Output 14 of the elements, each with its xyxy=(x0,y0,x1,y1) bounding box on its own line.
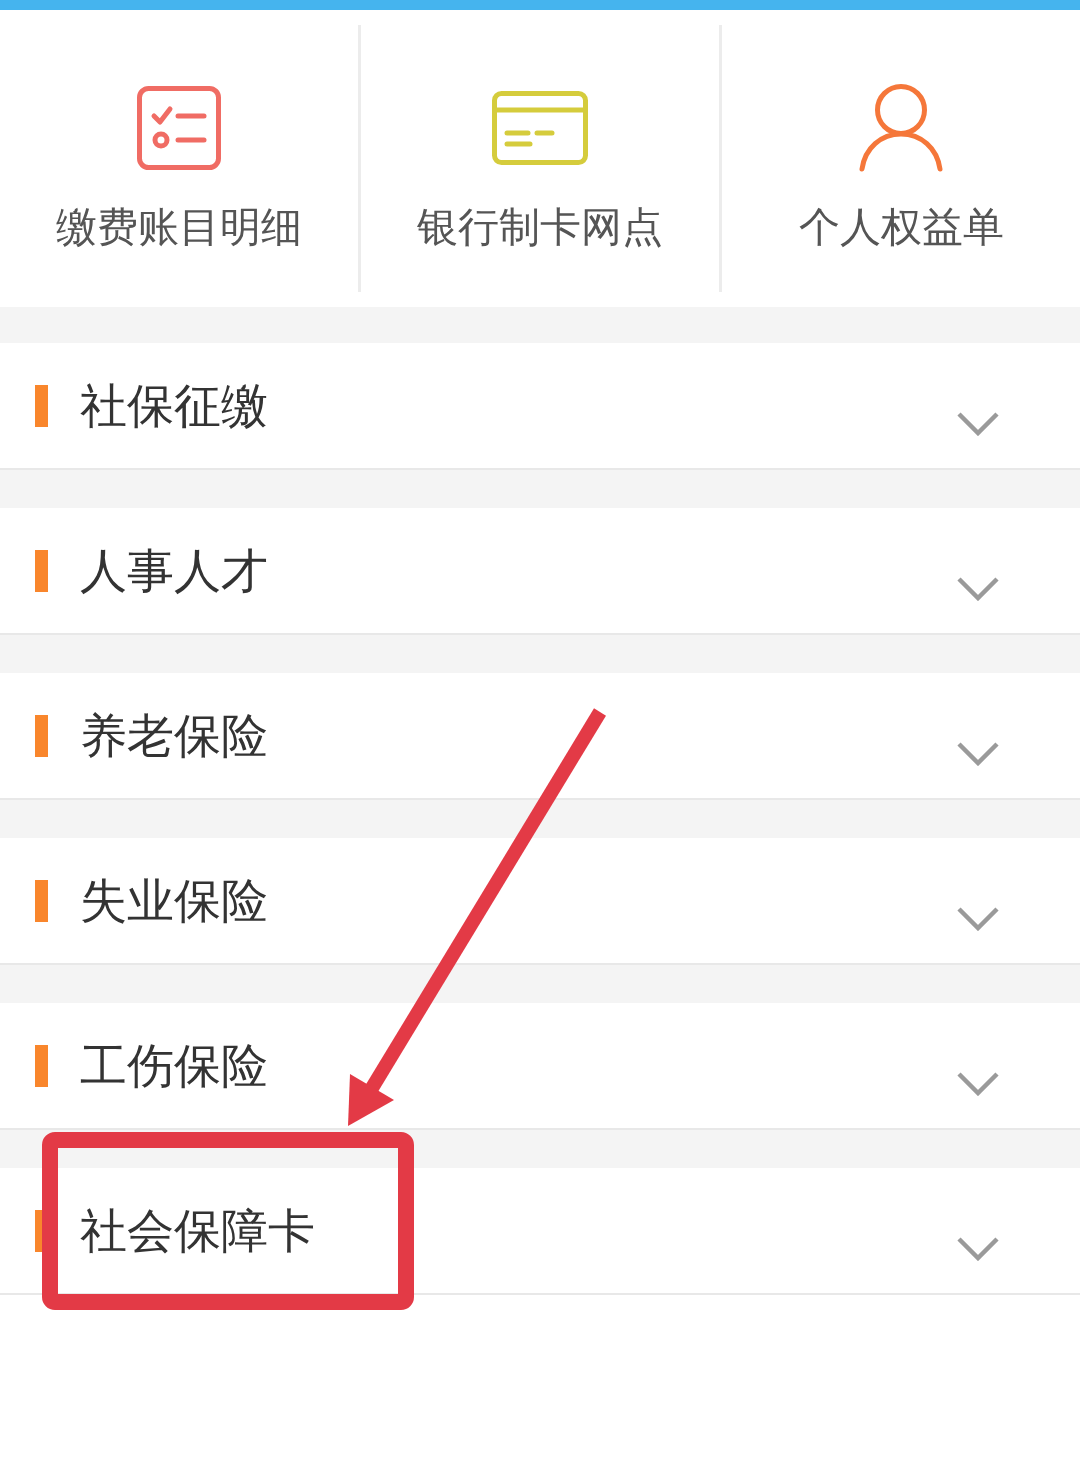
section-header[interactable]: 社会保障卡 xyxy=(0,1168,1080,1295)
accent-marker xyxy=(35,384,48,427)
accent-marker xyxy=(35,879,48,922)
section-header[interactable]: 工伤保险 xyxy=(0,1003,1080,1130)
section-header[interactable]: 失业保险 xyxy=(0,838,1080,965)
accent-marker xyxy=(35,1044,48,1087)
accent-marker xyxy=(35,714,48,757)
accent-marker xyxy=(35,549,48,592)
checklist-icon xyxy=(137,86,221,170)
section-header[interactable]: 社保征缴 xyxy=(0,343,1080,470)
section-header[interactable]: 养老保险 xyxy=(0,673,1080,800)
section-header[interactable]: 人事人才 xyxy=(0,508,1080,635)
card-icon xyxy=(492,91,588,165)
person-icon xyxy=(859,84,943,172)
